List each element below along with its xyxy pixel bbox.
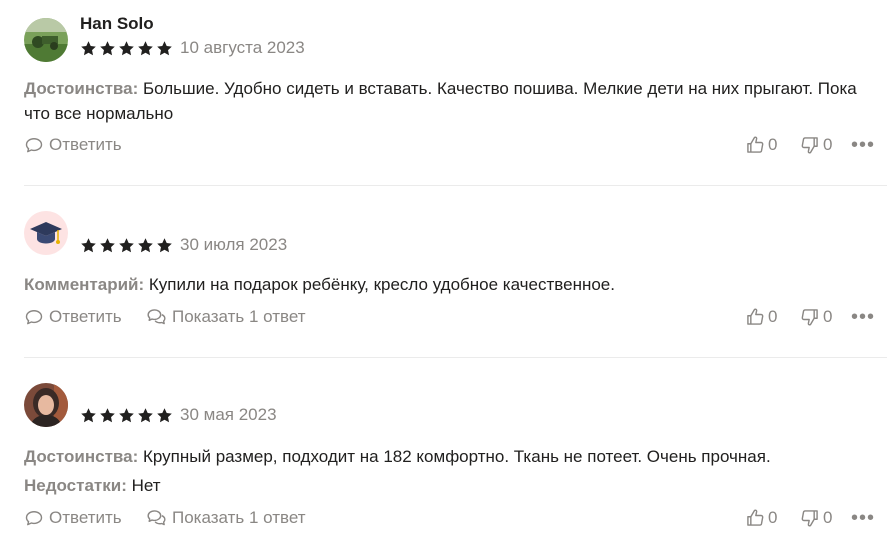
reply-button[interactable]: Ответить [24,508,122,528]
rating-stars [80,407,173,424]
thumbs-up-icon [745,307,765,327]
dislike-button[interactable]: 0 [800,307,832,327]
graduation-cap-icon [30,222,62,244]
star-icon [156,237,173,254]
show-replies-label: Показать 1 ответ [172,307,306,326]
comment-icon [24,135,44,155]
review-actions: Ответить Показать 1 ответ 0 0 ••• [24,307,887,331]
section-label: Достоинства: [24,79,139,98]
star-icon [99,407,116,424]
section-text: Большие. Удобно сидеть и вставать. Качес… [143,79,857,98]
reply-button[interactable]: Ответить [24,307,122,327]
author-avatar[interactable] [24,211,68,255]
rating-stars [80,40,173,57]
rating-row: 30 июля 2023 [80,235,287,255]
review-date: 10 августа 2023 [180,38,305,57]
dislike-count: 0 [823,508,833,527]
like-count: 0 [768,135,778,154]
section-text: Нет [131,476,161,495]
comment-icon [24,307,44,327]
review-date: 30 июля 2023 [180,235,288,254]
author-avatar[interactable] [24,18,68,62]
review-actions: Ответить 0 0 ••• [24,135,887,159]
star-icon [156,40,173,57]
dislike-count: 0 [823,307,833,326]
dislike-button[interactable]: 0 [800,135,832,155]
like-count: 0 [768,508,778,527]
reply-label: Ответить [49,508,122,527]
star-icon [80,407,97,424]
reply-label: Ответить [49,307,122,326]
author-avatar[interactable] [24,383,68,427]
dislike-button[interactable]: 0 [800,508,832,528]
reply-button[interactable]: Ответить [24,135,122,155]
like-count: 0 [768,307,778,326]
rating-row: 30 мая 2023 [80,405,277,425]
section-label: Достоинства: [24,447,139,466]
show-replies-label: Показать 1 ответ [172,508,306,527]
section-label: Недостатки: [24,476,127,495]
star-icon [137,407,154,424]
like-button[interactable]: 0 [745,307,777,327]
thumbs-up-icon [745,508,765,528]
author-name[interactable]: Han Solo [80,14,154,34]
star-icon [99,40,116,57]
thumbs-down-icon [800,307,820,327]
like-button[interactable]: 0 [745,508,777,528]
review-date: 30 мая 2023 [180,405,277,424]
show-replies-button[interactable]: Показать 1 ответ [146,307,306,327]
star-icon [99,237,116,254]
star-icon [137,237,154,254]
more-dots-icon[interactable]: ••• [851,508,875,528]
review-cons: Недостатки: Нет [24,473,880,498]
review-divider [24,357,887,358]
review-comment: Комментарий: Купили на подарок ребёнку, … [24,272,880,297]
more-dots-icon[interactable]: ••• [851,135,875,155]
section-text: Крупный размер, подходит на 182 комфортн… [143,447,771,466]
review-actions: Ответить Показать 1 ответ 0 0 ••• [24,508,887,532]
star-icon [80,237,97,254]
rating-stars [80,237,173,254]
like-button[interactable]: 0 [745,135,777,155]
star-icon [156,407,173,424]
review-divider [24,185,887,186]
reply-label: Ответить [49,135,122,154]
section-label: Комментарий: [24,275,145,294]
star-icon [118,40,135,57]
rating-row: 10 августа 2023 [80,38,305,58]
comments-icon [146,307,167,327]
star-icon [118,237,135,254]
review-pros: Достоинства: Крупный размер, подходит на… [24,444,880,469]
show-replies-button[interactable]: Показать 1 ответ [146,508,306,528]
star-icon [118,407,135,424]
dislike-count: 0 [823,135,833,154]
star-icon [137,40,154,57]
review-pros-continued: что все нормально [24,104,174,123]
comment-icon [24,508,44,528]
comments-icon [146,508,167,528]
star-icon [80,40,97,57]
thumbs-down-icon [800,508,820,528]
thumbs-up-icon [745,135,765,155]
more-dots-icon[interactable]: ••• [851,307,875,327]
review-pros: Достоинства: Большие. Удобно сидеть и вс… [24,76,880,101]
section-text: Купили на подарок ребёнку, кресло удобно… [148,275,615,294]
thumbs-down-icon [800,135,820,155]
